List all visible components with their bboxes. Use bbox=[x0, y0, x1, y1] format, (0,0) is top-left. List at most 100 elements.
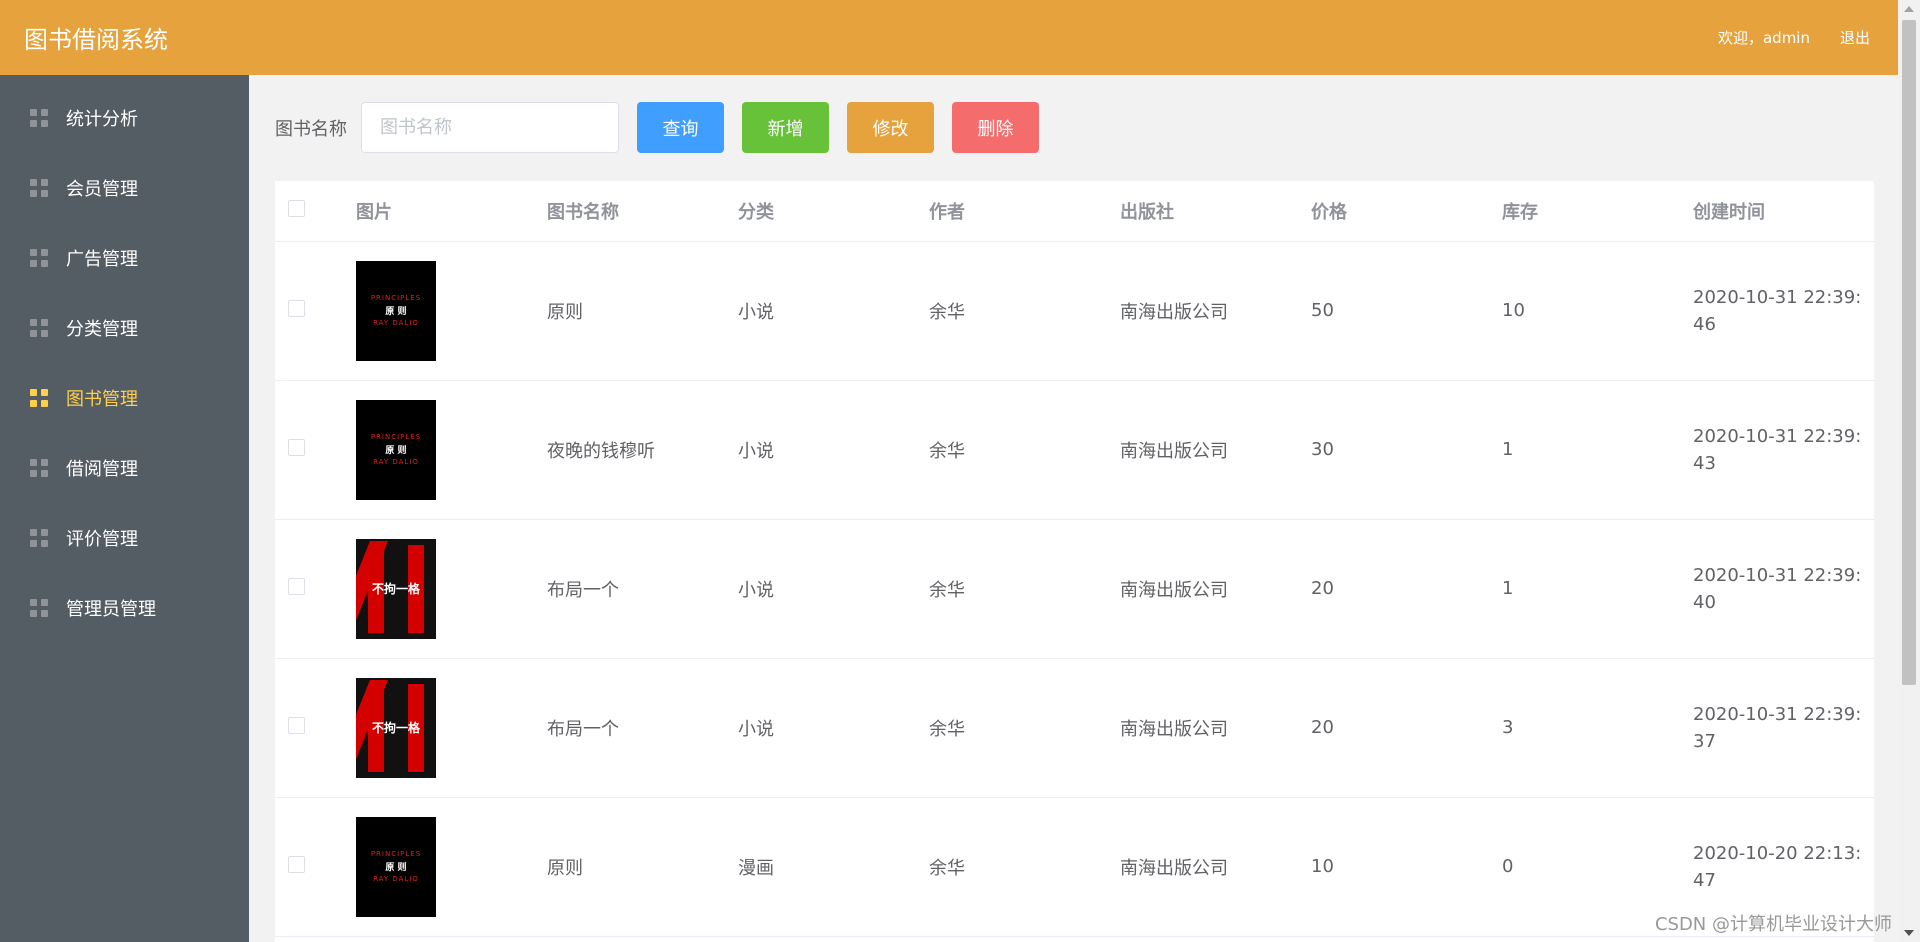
book-name-search-input[interactable] bbox=[361, 102, 619, 153]
row-checkbox[interactable] bbox=[288, 855, 305, 873]
row-checkbox[interactable] bbox=[288, 716, 305, 734]
column-header: 图书名称 bbox=[547, 181, 738, 242]
cell-name: 布局一个 bbox=[547, 519, 738, 659]
table-row[interactable]: PRINCIPLES 原 则 RAY DALIO 夜晚的钱穆听 小说 余华 南海出版公司 30… bbox=[275, 380, 1874, 520]
sidebar-item-label: 图书管理 bbox=[66, 389, 138, 410]
scroll-up-arrow-icon[interactable] bbox=[1904, 6, 1914, 12]
scroll-down-arrow-icon[interactable] bbox=[1904, 930, 1914, 936]
book-cover-image: PRINCIPLES 原 则 RAY DALIO bbox=[356, 399, 436, 500]
cell-author: 余华 bbox=[929, 797, 1120, 937]
cover-line-1: PRINCIPLES bbox=[370, 294, 422, 302]
sidebar-item[interactable]: 借阅管理 bbox=[0, 433, 249, 503]
app-title: 图书借阅系统 bbox=[24, 26, 168, 54]
add-button[interactable]: 新增 bbox=[742, 102, 829, 153]
cell-created: 2020-10-31 22:39:40 bbox=[1693, 519, 1874, 659]
row-checkbox[interactable] bbox=[288, 438, 305, 456]
column-header: 出版社 bbox=[1120, 181, 1311, 242]
row-select-cell bbox=[275, 380, 356, 520]
cover-line-3: RAY DALIO bbox=[373, 458, 419, 466]
cell-category: 小说 bbox=[738, 519, 929, 659]
sidebar-item[interactable]: 统计分析 bbox=[0, 83, 249, 153]
table-row[interactable]: PRINCIPLES 原 则 RAY DALIO 原则 小说 余华 南海出版公司 50 10 20… bbox=[275, 241, 1874, 381]
logout-link[interactable]: 退出 bbox=[1840, 27, 1870, 48]
cell-publisher: 南海出版公司 bbox=[1120, 519, 1311, 659]
cell-author: 余华 bbox=[929, 380, 1120, 520]
top-header: 图书借阅系统 欢迎，admin 退出 bbox=[0, 0, 1898, 75]
sidebar-item-label: 会员管理 bbox=[66, 179, 138, 200]
page-scrollbar[interactable] bbox=[1898, 0, 1920, 942]
cell-category: 漫画 bbox=[738, 797, 929, 937]
cell-price: 50 bbox=[1311, 241, 1502, 381]
cover-cell: 不拘一格 bbox=[356, 519, 547, 659]
sidebar-item[interactable]: 管理员管理 bbox=[0, 573, 249, 643]
cell-publisher: 南海出版公司 bbox=[1120, 658, 1311, 798]
cell-price: 30 bbox=[1311, 380, 1502, 520]
cell-created: 2020-10-31 22:39:37 bbox=[1693, 658, 1874, 798]
sidebar-item[interactable]: 图书管理 bbox=[0, 363, 249, 433]
row-select-cell bbox=[275, 519, 356, 659]
cell-stock: 10 bbox=[1502, 241, 1693, 381]
row-checkbox[interactable] bbox=[288, 299, 305, 317]
grid-icon bbox=[30, 319, 48, 337]
row-checkbox[interactable] bbox=[288, 577, 305, 595]
sidebar-item[interactable]: 会员管理 bbox=[0, 153, 249, 223]
grid-icon bbox=[30, 179, 48, 197]
cell-name: 原则 bbox=[547, 797, 738, 937]
header-user-area: 欢迎，admin 退出 bbox=[1718, 27, 1874, 48]
welcome-text: 欢迎，admin bbox=[1717, 29, 1810, 47]
cell-author: 余华 bbox=[929, 658, 1120, 798]
book-cover-image: 不拘一格 bbox=[356, 677, 436, 778]
table-row[interactable]: 不拘一格 布局一个 小说 余华 南海出版公司 20 1 2020-10-31 22:39:40 bbox=[275, 519, 1874, 659]
column-header: 价格 bbox=[1311, 181, 1502, 242]
sidebar-nav: 统计分析会员管理广告管理分类管理图书管理借阅管理评价管理管理员管理 bbox=[0, 75, 249, 942]
cell-stock: 1 bbox=[1502, 380, 1693, 520]
scroll-thumb[interactable] bbox=[1902, 20, 1916, 685]
cover-line-2: 原 则 bbox=[385, 863, 407, 873]
edit-button[interactable]: 修改 bbox=[847, 102, 934, 153]
book-cover-image: 不拘一格 bbox=[356, 538, 436, 639]
watermark-text: CSDN @计算机毕业设计大师 bbox=[1654, 914, 1892, 935]
query-button[interactable]: 查询 bbox=[637, 102, 724, 153]
cell-stock: 1 bbox=[1502, 519, 1693, 659]
cell-price: 10 bbox=[1311, 797, 1502, 937]
book-table-container: 图片 图书名称 分类 作者 出版社 价格 库存 创建时间 PRINCIPLES 原 则 RAY D… bbox=[275, 181, 1874, 942]
book-cover-image: PRINCIPLES 原 则 RAY DALIO bbox=[356, 260, 436, 361]
cell-price: 20 bbox=[1311, 519, 1502, 659]
cell-author: 余华 bbox=[929, 241, 1120, 381]
cell-name: 布局一个 bbox=[547, 658, 738, 798]
sidebar-item[interactable]: 评价管理 bbox=[0, 503, 249, 573]
cell-category: 小说 bbox=[738, 380, 929, 520]
cover-title: 不拘一格 bbox=[371, 582, 420, 596]
cover-line-2: 原 则 bbox=[385, 307, 407, 317]
book-table: 图片 图书名称 分类 作者 出版社 价格 库存 创建时间 PRINCIPLES 原 则 RAY D… bbox=[275, 181, 1874, 937]
cover-line-2: 原 则 bbox=[385, 446, 407, 456]
search-label: 图书名称 bbox=[275, 118, 347, 140]
cover-line-1: PRINCIPLES bbox=[370, 433, 422, 441]
grid-icon bbox=[30, 249, 48, 267]
select-all-checkbox[interactable] bbox=[288, 199, 305, 217]
grid-icon bbox=[30, 459, 48, 477]
sidebar-item-label: 借阅管理 bbox=[66, 459, 138, 480]
book-cover-image: PRINCIPLES 原 则 RAY DALIO bbox=[356, 816, 436, 917]
cell-name: 原则 bbox=[547, 241, 738, 381]
cover-cell: PRINCIPLES 原 则 RAY DALIO bbox=[356, 241, 547, 381]
table-row[interactable]: PRINCIPLES 原 则 RAY DALIO 原则 漫画 余华 南海出版公司 10 0 202… bbox=[275, 797, 1874, 937]
delete-button[interactable]: 删除 bbox=[952, 102, 1039, 153]
column-header: 图片 bbox=[356, 181, 547, 242]
cell-stock: 3 bbox=[1502, 658, 1693, 798]
sidebar-item[interactable]: 分类管理 bbox=[0, 293, 249, 363]
sidebar-item-label: 管理员管理 bbox=[66, 599, 156, 620]
table-header-row: 图片 图书名称 分类 作者 出版社 价格 库存 创建时间 bbox=[275, 181, 1874, 242]
cell-name: 夜晚的钱穆听 bbox=[547, 380, 738, 520]
cell-category: 小说 bbox=[738, 658, 929, 798]
sidebar-item-label: 分类管理 bbox=[66, 319, 138, 340]
cell-category: 小说 bbox=[738, 241, 929, 381]
column-header: 库存 bbox=[1502, 181, 1693, 242]
table-row[interactable]: 不拘一格 布局一个 小说 余华 南海出版公司 20 3 2020-10-31 22:39:37 bbox=[275, 658, 1874, 798]
cover-cell: PRINCIPLES 原 则 RAY DALIO bbox=[356, 380, 547, 520]
column-header: 创建时间 bbox=[1693, 181, 1874, 242]
column-header: 作者 bbox=[929, 181, 1120, 242]
sidebar-item-label: 评价管理 bbox=[66, 529, 138, 550]
sidebar-item-label: 统计分析 bbox=[66, 109, 138, 130]
sidebar-item[interactable]: 广告管理 bbox=[0, 223, 249, 293]
